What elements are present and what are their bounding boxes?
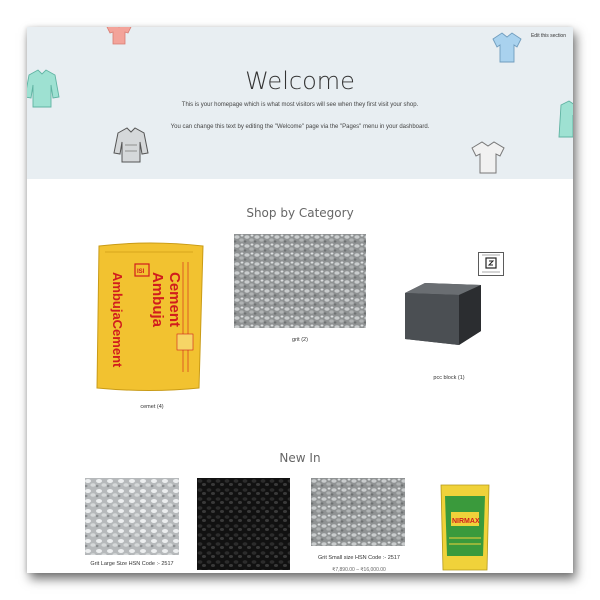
category-name: grit <box>292 337 300 343</box>
sweater-icon-grey <box>113 127 149 163</box>
nirmax-cement-bag-image: NIRMAX <box>440 484 490 571</box>
product-price: ₹7,890.00 – ₹16,000.00 <box>332 567 386 573</box>
bag-side-text: AmbujaCement <box>110 272 125 368</box>
isi-certification-mark <box>478 252 504 276</box>
page-frame: Edit this section Welcome This is your h… <box>27 27 573 573</box>
product-card-black-gravel[interactable] <box>197 478 291 573</box>
new-in-heading: New In <box>279 451 321 465</box>
ambuja-cement-bag-image: AmbujaCement ISI Ambuja Cement <box>96 242 204 391</box>
isi-mark: ISI <box>137 269 145 275</box>
product-title[interactable]: Grit Large Size HSN Code :- 2517 <box>83 561 181 567</box>
category-count: (4) <box>156 404 164 410</box>
nirmax-brand: NIRMAX <box>452 518 480 525</box>
shirt-icon-pink <box>106 27 132 45</box>
category-count: (1) <box>457 375 465 381</box>
welcome-text-2: You can change this text by editing the … <box>170 124 430 130</box>
concrete-block-image <box>405 283 481 345</box>
product-card-grit-large[interactable]: Grit Large Size HSN Code :- 2517 <box>83 478 181 573</box>
edit-section-link[interactable]: Edit this section <box>531 33 566 39</box>
category-caption: pcc block (1) <box>389 375 509 381</box>
bag-brand-line2: Cement <box>166 272 183 327</box>
shirt-icon-grey <box>471 141 505 174</box>
light-gravel-image <box>85 478 179 555</box>
category-name: cemet <box>140 404 156 410</box>
shop-by-category-heading: Shop by Category <box>246 206 354 220</box>
category-count: (2) <box>301 337 308 343</box>
category-cemet[interactable]: AmbujaCement ISI Ambuja Cement cemet (4) <box>87 239 217 419</box>
black-gravel-image <box>197 478 290 570</box>
category-grit[interactable]: grit (2) <box>234 234 366 354</box>
shirt-icon-blue <box>492 32 522 63</box>
grey-gravel-image <box>311 478 405 546</box>
page-title: Welcome <box>245 67 355 95</box>
bag-brand-line1: Ambuja <box>149 272 166 328</box>
product-title[interactable]: Grit Small size HSN Code :- 2517 <box>307 555 411 561</box>
grit-gravel-image <box>234 234 366 328</box>
welcome-text-1: This is your homepage which is what most… <box>181 102 419 108</box>
category-name: pcc block <box>433 375 457 381</box>
product-card-nirmax-cement[interactable]: NIRMAX <box>437 482 493 573</box>
product-card-grit-small[interactable]: Grit Small size HSN Code :- 2517 ₹7,890.… <box>307 478 411 573</box>
category-pcc-block[interactable]: pcc block (1) <box>389 249 509 389</box>
category-caption: cemet (4) <box>87 404 217 410</box>
welcome-hero: Edit this section Welcome This is your h… <box>27 27 573 179</box>
category-caption: grit (2) <box>234 337 366 343</box>
